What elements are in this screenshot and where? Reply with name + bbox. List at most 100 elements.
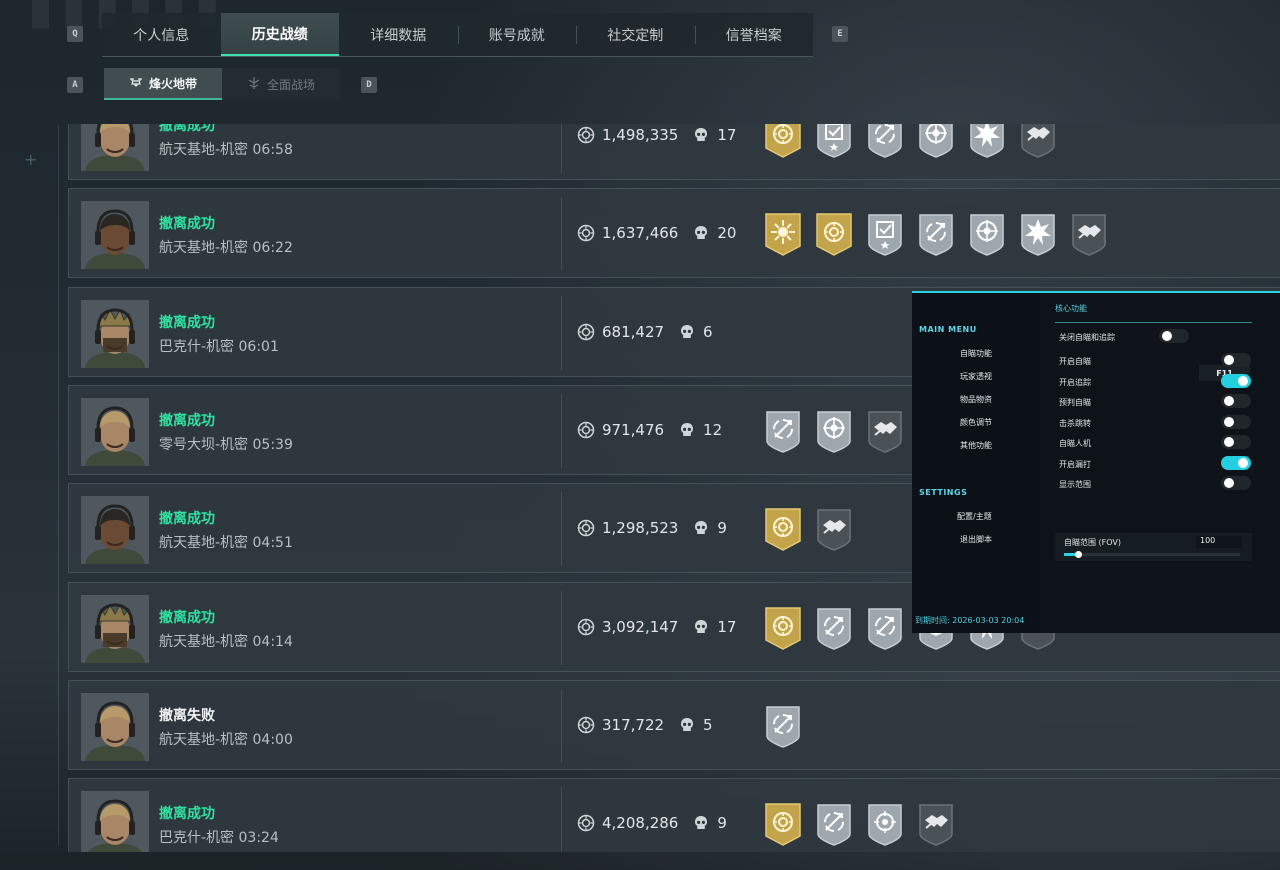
- dark-handshake-badge-icon[interactable]: [1069, 211, 1109, 257]
- next-tab-key-hint[interactable]: E: [832, 26, 848, 42]
- extracted-value: 681,427: [602, 323, 665, 341]
- row-divider: [561, 492, 562, 566]
- menu-item-other[interactable]: 其他功能: [960, 440, 992, 451]
- option-toggle[interactable]: [1221, 353, 1251, 367]
- option-label: 击杀跳转: [1059, 418, 1091, 428]
- match-stats: 971,476 12: [577, 421, 722, 439]
- skull-icon: [692, 126, 710, 144]
- skull-icon: [692, 618, 710, 636]
- fov-slider-track[interactable]: [1064, 551, 1240, 558]
- match-row[interactable]: 撤离成功 航天基地-机密 06:58 1,498,335 17: [68, 124, 1280, 180]
- gold-coin-badge-icon[interactable]: [814, 211, 854, 257]
- match-row[interactable]: 撤离失败 航天基地-机密 04:00 317,722 5: [68, 680, 1280, 770]
- expiry-time: 到期时间: 2026-03-03 20:04: [915, 616, 1025, 625]
- row-divider: [561, 197, 562, 271]
- silver-crosshair-badge-icon[interactable]: [865, 801, 905, 847]
- kill-count: 5: [703, 716, 713, 734]
- panel-title: 核心功能: [1055, 303, 1252, 323]
- row-divider: [561, 296, 562, 370]
- silver-tablet-badge-icon[interactable]: [814, 124, 854, 159]
- overlay-menu: MAIN MENU 自瞄功能 玩家透视 物品物资 颜色调节 其他功能 SETTI…: [912, 291, 1280, 633]
- option-toggle[interactable]: [1221, 435, 1251, 449]
- toggle-knob: [1224, 478, 1234, 488]
- silver-burst-badge-icon[interactable]: [1018, 211, 1058, 257]
- silver-rotate-badge-icon[interactable]: [916, 211, 956, 257]
- option-toggle[interactable]: [1221, 394, 1251, 408]
- map-and-time: 航天基地-机密 06:58: [159, 142, 293, 158]
- menu-item-exit-script[interactable]: 退出脚本: [960, 534, 992, 545]
- row-divider: [561, 689, 562, 763]
- tab-achievements[interactable]: 账号成就: [457, 13, 577, 56]
- menu-item-colors[interactable]: 颜色调节: [960, 417, 992, 428]
- skull-icon: [692, 814, 710, 832]
- menu-item-player-esp[interactable]: 玩家透视: [960, 371, 992, 382]
- option-toggle[interactable]: [1221, 414, 1251, 429]
- menu-item-aimbot[interactable]: 自瞄功能: [960, 348, 992, 359]
- dark-handshake-badge-icon[interactable]: [1018, 124, 1058, 159]
- toggle-knob: [1224, 437, 1234, 447]
- options-list: F11 自瞄范围 (FOV) 100 关闭自瞄和追踪 开启自瞄 开启追踪 预判自瞄 击杀…: [1055, 328, 1252, 568]
- operator-avatar: [81, 791, 149, 852]
- gold-coin-badge-icon[interactable]: [763, 506, 803, 552]
- option-toggle[interactable]: [1221, 373, 1251, 388]
- gold-coin-badge-icon[interactable]: [763, 801, 803, 847]
- operator-avatar: [81, 595, 149, 663]
- silver-target-badge-icon[interactable]: [967, 211, 1007, 257]
- next-subtab-key-hint[interactable]: D: [361, 77, 377, 93]
- option-label: 开启漏打: [1059, 459, 1091, 469]
- option-toggle[interactable]: [1159, 329, 1189, 343]
- tab-credit-record[interactable]: 信誉档案: [694, 13, 814, 56]
- dark-handshake-badge-icon[interactable]: [865, 408, 905, 454]
- silver-target-badge-icon[interactable]: [814, 408, 854, 454]
- kill-count: 6: [703, 323, 713, 341]
- match-row[interactable]: 撤离成功 航天基地-机密 06:22 1,637,466 20: [68, 188, 1280, 278]
- coin-icon: [577, 716, 595, 734]
- operator-avatar: [81, 398, 149, 466]
- subtab-full-battlefield[interactable]: 全面战场: [222, 68, 340, 100]
- skull-icon: [692, 519, 710, 537]
- dark-handshake-badge-icon[interactable]: [814, 506, 854, 552]
- option-toggle[interactable]: [1221, 455, 1251, 470]
- kill-count: 12: [703, 421, 723, 439]
- option-toggle[interactable]: [1221, 476, 1251, 490]
- silver-sniper-badge-icon[interactable]: [865, 605, 905, 651]
- gold-coin-badge-icon[interactable]: [763, 605, 803, 651]
- dark-handshake-badge-icon[interactable]: [916, 801, 956, 847]
- match-stats: 1,637,466 20: [577, 224, 736, 242]
- main-tab-bar: 个人信息 历史战绩 详细数据 账号成就 社交定制 信誉档案: [102, 13, 813, 57]
- match-stats: 317,722 5: [577, 716, 713, 734]
- match-row[interactable]: 撤离成功 巴克什-机密 03:24 4,208,286 9: [68, 778, 1280, 852]
- silver-sniper-badge-icon[interactable]: [763, 408, 803, 454]
- silver-sniper-badge-icon[interactable]: [865, 124, 905, 159]
- coin-icon: [577, 814, 595, 832]
- tab-social-custom[interactable]: 社交定制: [576, 13, 695, 56]
- tab-detailed-data[interactable]: 详细数据: [339, 13, 458, 56]
- silver-sniper-badge-icon[interactable]: [814, 801, 854, 847]
- silver-sniper-badge-icon[interactable]: [814, 605, 854, 651]
- extracted-value: 1,498,335: [602, 126, 679, 144]
- coin-icon: [577, 224, 595, 242]
- row-divider: [561, 394, 562, 468]
- menu-item-config-theme[interactable]: 配置/主题: [957, 511, 992, 522]
- extracted-value: 971,476: [602, 421, 665, 439]
- silver-tablet-badge-icon[interactable]: [865, 211, 905, 257]
- tab-match-history[interactable]: 历史战绩: [220, 13, 339, 56]
- medal-badges: [763, 124, 1058, 159]
- match-stats: 1,498,335 17: [577, 126, 736, 144]
- silver-sniper-badge-icon[interactable]: [763, 703, 803, 749]
- fov-slider-handle[interactable]: [1075, 551, 1083, 558]
- map-and-time: 航天基地-机密 06:22: [159, 240, 293, 256]
- gold-coin-badge-icon[interactable]: [763, 124, 803, 159]
- fov-value-input[interactable]: 100: [1196, 536, 1242, 548]
- silver-burst-badge-icon[interactable]: [967, 124, 1007, 159]
- gold-sun-badge-icon[interactable]: [763, 211, 803, 257]
- prev-tab-key-hint[interactable]: Q: [67, 26, 83, 42]
- operator-avatar: [81, 300, 149, 368]
- prev-subtab-key-hint[interactable]: A: [67, 77, 83, 93]
- tab-profile[interactable]: 个人信息: [102, 13, 221, 56]
- subtab-hazard-zone[interactable]: 烽火地带: [104, 68, 222, 100]
- operator-avatar: [81, 693, 149, 761]
- silver-target-badge-icon[interactable]: [916, 124, 956, 159]
- menu-item-items[interactable]: 物品物资: [960, 394, 992, 405]
- match-stats: 1,298,523 9: [577, 519, 727, 537]
